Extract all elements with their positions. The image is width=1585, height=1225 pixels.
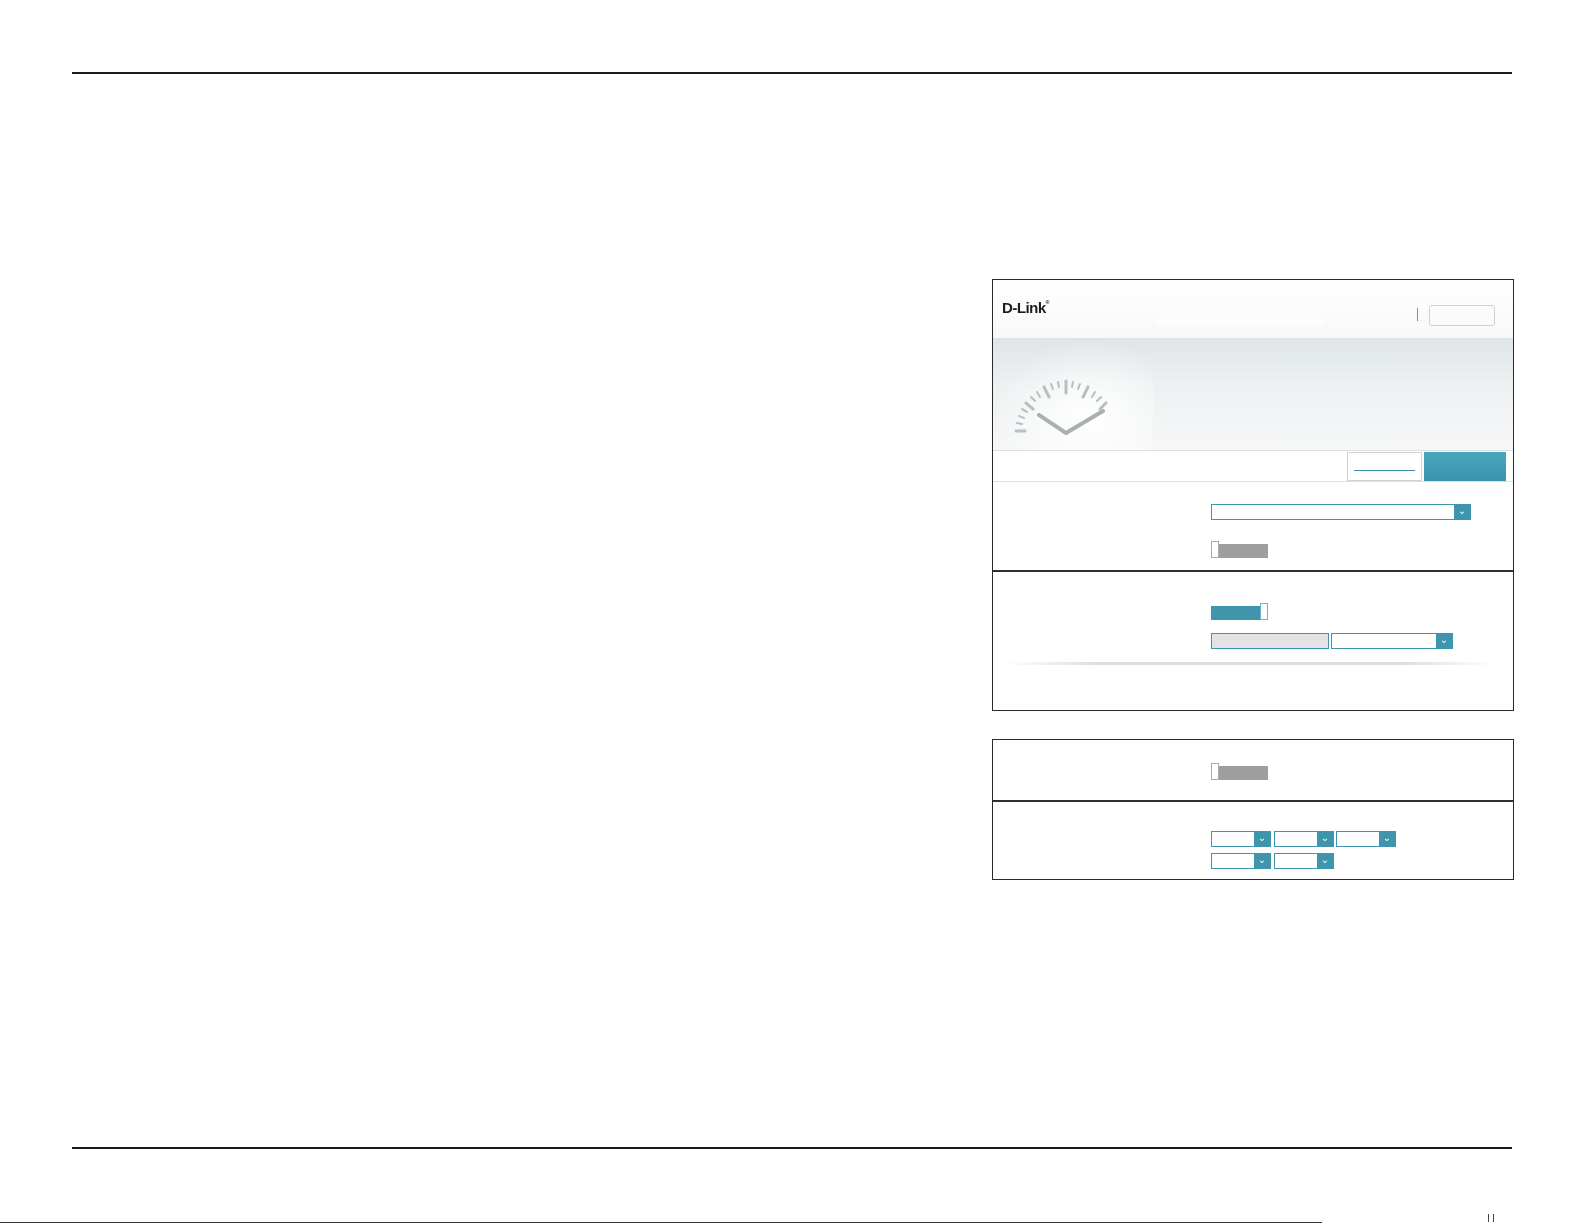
daylight-saving-toggle[interactable] — [1211, 541, 1268, 558]
tab-link[interactable] — [1347, 452, 1422, 481]
day-select[interactable]: ⌄ — [1336, 831, 1396, 847]
toolbar — [993, 450, 1513, 482]
dlink-logo: D-Link® — [1002, 300, 1049, 317]
logout-button[interactable] — [1429, 305, 1495, 326]
minute-select[interactable]: ⌄ — [1274, 853, 1334, 869]
hour-select[interactable]: ⌄ — [1211, 853, 1271, 869]
chevron-down-icon: ⌄ — [1454, 505, 1470, 519]
section-shadow — [1005, 662, 1495, 665]
ntp-server-select[interactable]: ⌄ — [1331, 633, 1453, 649]
clock-gauge-icon — [1014, 379, 1108, 435]
section-divider — [993, 570, 1513, 572]
chevron-down-icon: ⌄ — [1317, 832, 1333, 846]
footer-rule — [72, 1147, 1512, 1149]
ntp-enable-toggle[interactable] — [1211, 603, 1268, 620]
chevron-down-icon: ⌄ — [1379, 832, 1395, 846]
month-select[interactable]: ⌄ — [1274, 831, 1334, 847]
router-settings-screenshot: D-Link® ⌄ ⌄ — [992, 279, 1514, 711]
chevron-down-icon: ⌄ — [1254, 854, 1270, 868]
chevron-down-icon: ⌄ — [1254, 832, 1270, 846]
page-banner — [993, 339, 1513, 451]
page-mark — [1488, 1214, 1494, 1222]
ntp-server-input[interactable] — [1211, 633, 1329, 649]
footer-baseline — [0, 1222, 1322, 1223]
nav-divider — [1417, 308, 1418, 321]
save-button[interactable] — [1424, 452, 1506, 481]
nav-menu[interactable] — [1155, 316, 1325, 326]
year-select[interactable]: ⌄ — [1211, 831, 1271, 847]
section-divider — [993, 800, 1513, 802]
manual-time-toggle[interactable] — [1211, 763, 1268, 780]
chevron-down-icon: ⌄ — [1317, 854, 1333, 868]
app-header: D-Link® — [993, 280, 1513, 339]
time-zone-select[interactable]: ⌄ — [1211, 504, 1471, 520]
manual-time-screenshot: ⌄ ⌄ ⌄ ⌄ ⌄ — [992, 739, 1514, 880]
chevron-down-icon: ⌄ — [1436, 634, 1452, 648]
header-rule — [72, 72, 1512, 74]
